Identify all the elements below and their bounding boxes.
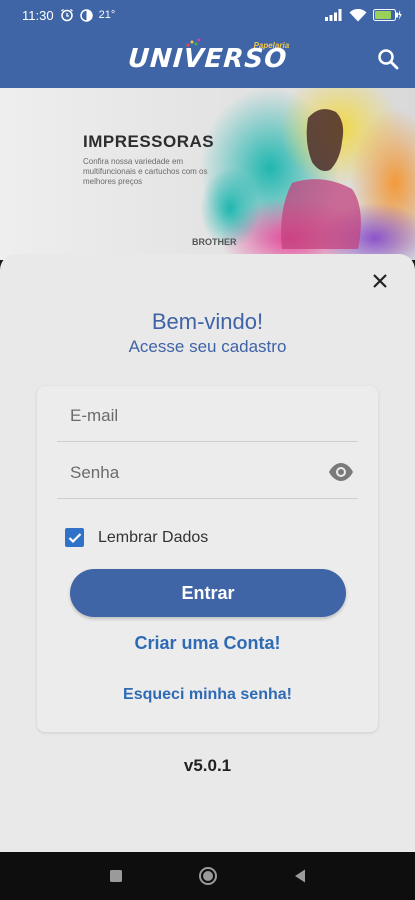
status-bar: 11:30 21° xyxy=(0,0,415,30)
home-button[interactable] xyxy=(197,865,219,887)
wifi-icon xyxy=(349,8,367,22)
signal-icon xyxy=(325,9,343,21)
status-time: 11:30 xyxy=(22,7,54,23)
banner-brand-logo: BROTHER xyxy=(192,237,237,247)
system-nav-bar xyxy=(0,852,415,900)
email-field[interactable] xyxy=(57,405,358,426)
remember-me[interactable]: Lembrar Dados xyxy=(65,528,208,547)
toggle-password-visibility[interactable] xyxy=(328,461,354,483)
logo: Papelaria UNIVERSO xyxy=(126,38,289,74)
check-icon xyxy=(68,532,81,543)
password-field-wrapper xyxy=(57,447,358,499)
login-card: Lembrar Dados Entrar Criar uma Conta! Es… xyxy=(37,386,378,732)
welcome-title: Bem-vindo! xyxy=(151,309,264,334)
welcome-subtitle: Acesse seu cadastro xyxy=(128,337,287,356)
logo-wordmark: UNIVERSO xyxy=(126,44,289,74)
app-version: v5.0.1 xyxy=(183,756,232,775)
status-left: 11:30 21° xyxy=(22,8,115,23)
data-saver-icon xyxy=(79,8,93,22)
status-temperature: 21° xyxy=(98,9,116,21)
search-button[interactable] xyxy=(375,46,401,72)
app-bar: Papelaria UNIVERSO xyxy=(0,30,415,88)
close-icon xyxy=(373,274,387,288)
close-button[interactable] xyxy=(367,268,393,294)
login-sheet: Bem-vindo! Acesse seu cadastro Lembrar D… xyxy=(0,254,415,852)
banner-subtitle: Confira nossa variedade em multifunciona… xyxy=(83,157,208,186)
battery-icon xyxy=(373,9,403,21)
back-button[interactable] xyxy=(289,865,311,887)
promo-banner[interactable]: IMPRESSORAS Confira nossa variedade em m… xyxy=(0,88,415,260)
password-field[interactable] xyxy=(57,462,358,483)
recents-icon xyxy=(109,870,122,882)
create-account-link[interactable]: Criar uma Conta! xyxy=(37,633,378,654)
banner-title: IMPRESSORAS xyxy=(83,132,215,151)
remember-checkbox[interactable] xyxy=(65,528,84,547)
alarm-icon xyxy=(60,8,74,22)
login-button[interactable]: Entrar xyxy=(70,569,346,617)
search-icon xyxy=(378,49,399,70)
remember-label: Lembrar Dados xyxy=(98,528,209,546)
eye-icon xyxy=(329,463,353,481)
back-icon xyxy=(294,869,305,883)
home-icon xyxy=(198,867,217,885)
forgot-password-link[interactable]: Esqueci minha senha! xyxy=(37,686,378,704)
recents-button[interactable] xyxy=(105,865,127,887)
email-field-wrapper xyxy=(57,390,358,442)
status-right xyxy=(325,8,403,22)
